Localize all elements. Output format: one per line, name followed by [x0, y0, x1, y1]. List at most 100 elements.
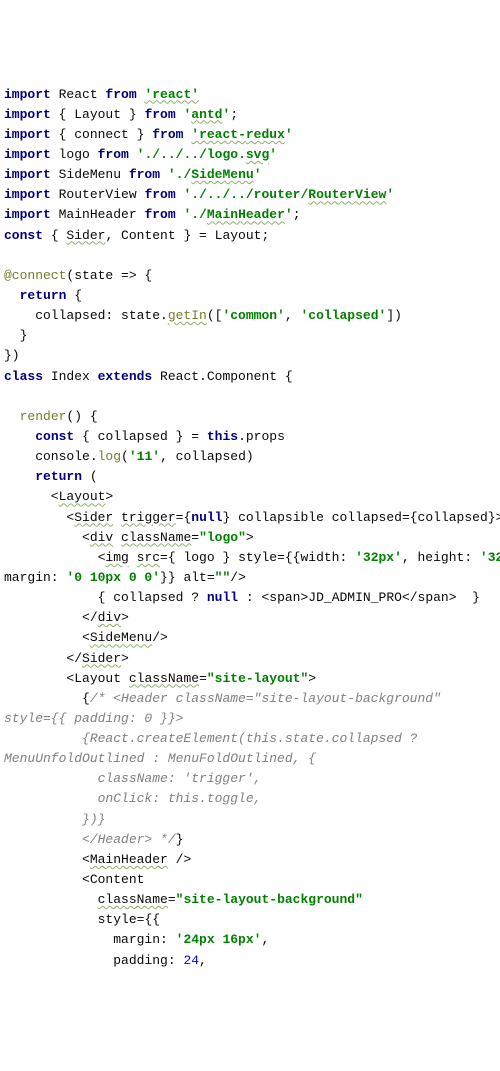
- code-token: "": [215, 570, 231, 585]
- code-line[interactable]: }): [4, 346, 500, 366]
- code-token: span: [418, 590, 449, 605]
- code-token: './: [183, 207, 206, 222]
- code-token: const: [35, 429, 74, 444]
- code-token: > }: [449, 590, 480, 605]
- code-line[interactable]: @connect(state => {: [4, 266, 500, 286]
- code-token: margin:: [4, 932, 176, 947]
- code-token: onClick: this.toggle,: [4, 791, 261, 806]
- code-line[interactable]: { collapsed ? null : <span>JD_ADMIN_PRO<…: [4, 588, 500, 608]
- code-token: >: [308, 671, 316, 686]
- code-line[interactable]: const { collapsed } = this.props: [4, 427, 500, 447]
- code-token: [4, 892, 98, 907]
- code-line[interactable]: return (: [4, 467, 500, 487]
- code-line[interactable]: return {: [4, 286, 500, 306]
- code-line[interactable]: [4, 246, 500, 266]
- code-line[interactable]: </Sider>: [4, 649, 500, 669]
- code-line[interactable]: onClick: this.toggle,: [4, 789, 500, 809]
- code-token: const: [4, 228, 43, 243]
- code-line[interactable]: import { connect } from 'react-redux': [4, 125, 500, 145]
- code-token: >: [246, 530, 254, 545]
- code-line[interactable]: margin: '0 10px 0 0'}} alt=""/>: [4, 568, 500, 588]
- code-token: ': [285, 127, 293, 142]
- code-line[interactable]: <img src={ logo } style={{width: '32px',…: [4, 548, 500, 568]
- code-token: <: [4, 630, 90, 645]
- code-token: React.Component {: [152, 369, 292, 384]
- code-token: null: [207, 590, 238, 605]
- code-line[interactable]: [4, 387, 500, 407]
- code-token: RouterView: [308, 187, 386, 202]
- code-token: margin:: [4, 570, 66, 585]
- code-token: >JD_ADMIN_PRO</: [301, 590, 418, 605]
- code-line[interactable]: {/* <Header className="site-layout-backg…: [4, 689, 500, 709]
- code-token: </: [4, 651, 82, 666]
- code-line[interactable]: <Content: [4, 870, 500, 890]
- code-line[interactable]: MenuUnfoldOutlined : MenuFoldOutlined, {: [4, 749, 500, 769]
- code-token: class: [4, 369, 43, 384]
- code-token: collapsible: [238, 510, 324, 525]
- code-token: className: [98, 892, 168, 907]
- code-token: =: [168, 892, 176, 907]
- code-token: }: [176, 832, 184, 847]
- code-token: from: [98, 147, 129, 162]
- code-line[interactable]: collapsed: state.getIn(['common', 'colla…: [4, 306, 500, 326]
- code-token: ={{width:: [277, 550, 355, 565]
- code-line[interactable]: </div>: [4, 608, 500, 628]
- code-token: <: [4, 852, 90, 867]
- code-line[interactable]: import SideMenu from './SideMenu': [4, 165, 500, 185]
- code-line[interactable]: render() {: [4, 407, 500, 427]
- code-token: ]): [386, 308, 402, 323]
- code-line[interactable]: style={{: [4, 910, 500, 930]
- code-line[interactable]: className: 'trigger',: [4, 769, 500, 789]
- code-token: log: [98, 449, 121, 464]
- code-token: {: [66, 288, 82, 303]
- code-token: extends: [98, 369, 153, 384]
- code-token: (state => {: [66, 268, 152, 283]
- code-token: Index: [43, 369, 98, 384]
- code-line[interactable]: })}: [4, 810, 500, 830]
- code-line[interactable]: <Layout>: [4, 487, 500, 507]
- code-line[interactable]: import RouterView from './../../router/R…: [4, 185, 500, 205]
- code-token: RouterView: [51, 187, 145, 202]
- code-token: from: [105, 87, 136, 102]
- code-line[interactable]: style={{ padding: 0 }}>: [4, 709, 500, 729]
- code-editor-viewport[interactable]: import React from 'react'import { Layout…: [4, 85, 500, 971]
- code-token: [4, 409, 20, 424]
- code-token: "site-layout-background": [176, 892, 363, 907]
- code-line[interactable]: <Layout className="site-layout">: [4, 669, 500, 689]
- code-token: (: [121, 449, 129, 464]
- code-line[interactable]: }: [4, 326, 500, 346]
- code-token: className: [121, 530, 191, 545]
- code-line[interactable]: padding: 24,: [4, 951, 500, 971]
- code-token: >: [105, 489, 113, 504]
- code-line[interactable]: console.log('11', collapsed): [4, 447, 500, 467]
- code-token: </: [4, 610, 98, 625]
- code-line[interactable]: const { Sider, Content } = Layout;: [4, 226, 500, 246]
- code-line[interactable]: <MainHeader />: [4, 850, 500, 870]
- code-line[interactable]: <Sider trigger={null} collapsible collap…: [4, 508, 500, 528]
- code-token: className: [129, 671, 199, 686]
- code-line[interactable]: <SideMenu/>: [4, 628, 500, 648]
- code-line[interactable]: {React.createElement(this.state.collapse…: [4, 729, 500, 749]
- code-line[interactable]: </Header> */}: [4, 830, 500, 850]
- code-line[interactable]: import logo from './../../logo.svg': [4, 145, 500, 165]
- code-token: "logo": [199, 530, 246, 545]
- code-line[interactable]: class Index extends React.Component {: [4, 367, 500, 387]
- code-token: ;: [230, 107, 238, 122]
- code-token: {: [43, 228, 66, 243]
- code-line[interactable]: import { Layout } from 'antd';: [4, 105, 500, 125]
- code-token: [4, 469, 35, 484]
- code-token: ': [285, 207, 293, 222]
- code-token: }}: [160, 570, 183, 585]
- code-token: [324, 510, 332, 525]
- code-line[interactable]: margin: '24px 16px',: [4, 930, 500, 950]
- code-token: render: [20, 409, 67, 424]
- code-token: './: [168, 167, 191, 182]
- code-token: return: [35, 469, 82, 484]
- code-line[interactable]: <div className="logo">: [4, 528, 500, 548]
- code-line[interactable]: import MainHeader from './MainHeader';: [4, 205, 500, 225]
- code-line[interactable]: className="site-layout-background": [4, 890, 500, 910]
- code-token: trigger: [121, 510, 176, 525]
- code-token: span: [269, 590, 300, 605]
- code-token: MainHeader: [207, 207, 285, 222]
- code-line[interactable]: import React from 'react': [4, 85, 500, 105]
